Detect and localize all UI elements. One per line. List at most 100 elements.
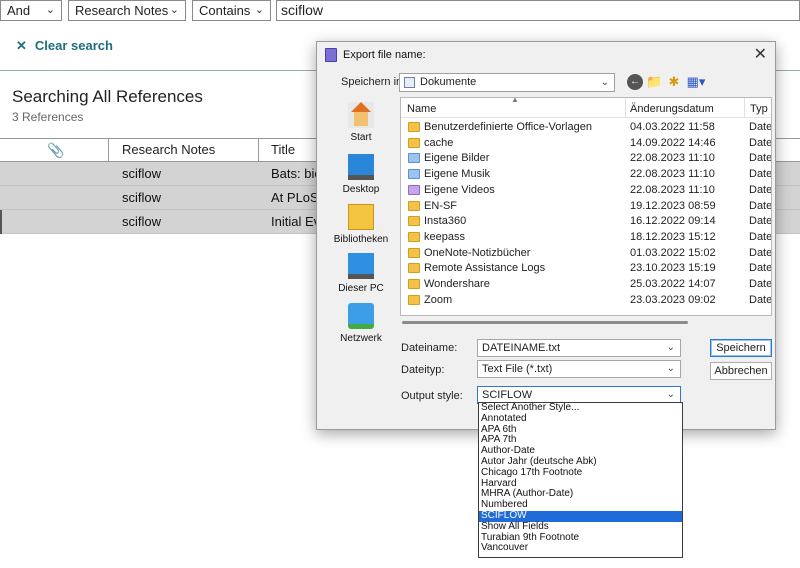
column-date[interactable]: Änderungsdatum	[630, 103, 714, 115]
scrollbar-thumb[interactable]	[402, 321, 688, 324]
cancel-button[interactable]: Abbrechen	[710, 362, 772, 380]
file-type: Datei	[749, 121, 772, 133]
cell-research-notes: sciflow	[122, 214, 162, 229]
file-date: 19.12.2023 08:59	[630, 199, 716, 212]
file-row[interactable]: Eigene Bilder 22.08.2023 11:10 Datei	[401, 151, 771, 166]
music-folder-icon	[408, 169, 420, 180]
column-divider	[108, 139, 109, 161]
view-menu-icon[interactable]: ▦▾	[685, 74, 707, 90]
file-list[interactable]: ▲ Name Änderungsdatum Typ Benutzerdefini…	[400, 97, 772, 316]
style-option[interactable]: Vancouver	[479, 543, 682, 554]
file-date: 04.03.2022 11:58	[630, 121, 715, 133]
place-desktop[interactable]: Desktop	[325, 154, 397, 195]
field-value: Research Notes	[75, 3, 169, 18]
results-title: Searching All References	[12, 87, 203, 106]
output-style-dropdown[interactable]: Select Another Style... Annotated APA 6th A…	[478, 402, 683, 558]
file-name: Wondershare	[424, 278, 490, 290]
back-icon[interactable]: ←	[627, 74, 643, 90]
place-this-pc[interactable]: Dieser PC	[325, 253, 397, 294]
look-in-label: Speichern in:	[341, 76, 406, 88]
horizontal-scrollbar[interactable]	[400, 318, 772, 326]
clear-search-link[interactable]: ✕ Clear search	[16, 38, 113, 54]
row-selection-marker	[0, 210, 2, 234]
dialog-title: Export file name:	[343, 49, 426, 61]
folder-icon	[408, 122, 420, 132]
file-row[interactable]: Remote Assistance Logs 23.10.2023 15:19 Da…	[401, 261, 771, 276]
filename-value: DATEINAME.txt	[482, 342, 561, 354]
file-type: Datei	[749, 278, 772, 290]
column-title[interactable]: Title	[271, 139, 295, 161]
condition-select[interactable]: Contains ⌄	[192, 0, 271, 21]
file-type: Datei	[749, 183, 772, 196]
file-name: Eigene Videos	[424, 183, 495, 196]
cell-title: Initial Ev	[271, 214, 321, 229]
folder-icon	[408, 279, 420, 289]
place-network[interactable]: Netzwerk	[325, 303, 397, 344]
file-date: 01.03.2022 15:02	[630, 246, 716, 259]
computer-icon	[348, 253, 374, 279]
operator-select[interactable]: And ⌄	[0, 0, 62, 21]
chevron-down-icon: ⌄	[666, 389, 675, 400]
style-option[interactable]: Annotated	[479, 413, 682, 425]
home-icon	[348, 102, 374, 128]
file-date: 25.03.2022 14:07	[630, 278, 716, 290]
style-option[interactable]: Chicago 17th Footnote	[479, 467, 682, 479]
results-count: 3 References	[12, 110, 84, 124]
file-date: 22.08.2023 11:10	[630, 183, 715, 196]
field-select[interactable]: Research Notes ⌄	[68, 0, 186, 21]
file-type: Datei	[749, 199, 772, 212]
file-row[interactable]: keepass 18.12.2023 15:12 Datei	[401, 230, 771, 245]
place-label: Bibliotheken	[333, 234, 389, 245]
file-name: Zoom	[424, 293, 453, 306]
folder-icon	[408, 263, 420, 274]
new-folder-icon[interactable]: ✱	[666, 74, 682, 90]
file-name: EN-SF	[424, 199, 457, 212]
folder-icon	[408, 294, 420, 305]
column-research-notes[interactable]: Research Notes	[122, 139, 215, 161]
file-row[interactable]: OneNote-Notizbücher 01.03.2022 15:02 Datei	[401, 246, 771, 261]
place-label: Dieser PC	[338, 283, 384, 294]
close-icon[interactable]: ✕	[754, 44, 767, 64]
file-name: Remote Assistance Logs	[424, 262, 546, 275]
folder-up-icon[interactable]: 📁	[646, 74, 662, 90]
chevron-down-icon: ⌄	[666, 342, 675, 353]
file-row[interactable]: EN-SF 19.12.2023 08:59 Datei	[401, 199, 772, 214]
file-row[interactable]: Eigene Videos 22.08.2023 11:10 Datei	[401, 183, 772, 198]
output-style-label: Output style:	[401, 390, 463, 402]
look-in-combo[interactable]: Dokumente ⌄	[399, 73, 615, 92]
search-input[interactable]: sciflow	[276, 0, 800, 21]
file-row[interactable]: Zoom 23.03.2023 09:02 Datei	[401, 293, 771, 308]
condition-value: Contains	[199, 3, 251, 18]
filename-label: Dateiname:	[401, 342, 458, 354]
clear-search-label: Clear search	[34, 38, 113, 53]
file-row[interactable]: Eigene Musik 22.08.2023 11:10 Datei	[401, 167, 771, 182]
file-type: Datei	[749, 136, 772, 149]
videos-folder-icon	[408, 184, 420, 195]
file-row[interactable]: Wondershare 25.03.2022 14:07 Datei	[401, 277, 772, 292]
export-dialog: Export file name: ✕ Speichern in: Dokume…	[316, 41, 776, 430]
file-name: keepass	[424, 230, 465, 243]
save-button[interactable]: Speichern	[710, 339, 772, 357]
filetype-select[interactable]: Text File (*.txt) ⌄	[477, 360, 681, 378]
column-type[interactable]: Typ	[750, 103, 768, 115]
column-divider	[744, 98, 745, 118]
chevron-down-icon: ⌄	[169, 4, 179, 16]
file-date: 23.03.2023 09:02	[630, 293, 716, 306]
cell-title: Bats: bio	[271, 166, 322, 181]
close-icon: ✕	[16, 38, 27, 53]
file-row[interactable]: cache 14.09.2022 14:46 Datei	[401, 136, 772, 151]
column-name[interactable]: Name	[407, 103, 436, 115]
file-row[interactable]: Insta360 16.12.2022 09:14 Datei	[401, 214, 771, 229]
places-bar: Start Desktop Bibliotheken Dieser PC Net…	[325, 98, 397, 353]
place-label: Desktop	[342, 184, 380, 195]
chevron-down-icon: ⌄	[666, 363, 675, 374]
column-divider	[625, 98, 626, 118]
place-libraries[interactable]: Bibliotheken	[325, 204, 397, 245]
paperclip-icon[interactable]: 📎	[47, 139, 64, 161]
folder-icon	[408, 216, 420, 227]
style-option[interactable]: Show All Fields	[479, 521, 682, 533]
filename-input[interactable]: DATEINAME.txt ⌄	[477, 339, 681, 357]
place-label: Netzwerk	[340, 333, 382, 344]
place-start[interactable]: Start	[325, 102, 397, 143]
file-row[interactable]: Benutzerdefinierte Office-Vorlagen 04.03.…	[401, 120, 772, 135]
